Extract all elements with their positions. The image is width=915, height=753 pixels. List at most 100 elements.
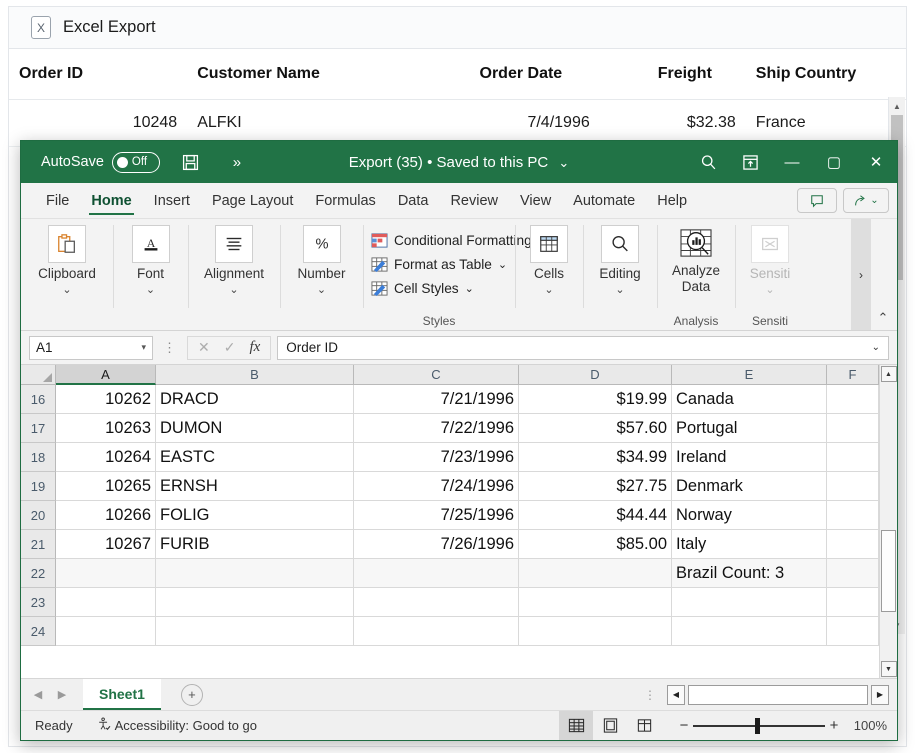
row-header-19[interactable]: 19	[21, 472, 56, 501]
cell-e18[interactable]: Ireland	[672, 443, 827, 472]
cell-d24[interactable]	[519, 617, 672, 646]
row-header-23[interactable]: 23	[21, 588, 56, 617]
column-header-b[interactable]: B	[156, 365, 354, 385]
ribbon-collapse-icon[interactable]: ⌃	[873, 308, 893, 328]
close-button[interactable]: ✕	[855, 141, 897, 183]
cell-a19[interactable]: 10265	[56, 472, 156, 501]
analyze-data-icon[interactable]	[675, 225, 717, 261]
column-header-d[interactable]: D	[519, 365, 672, 385]
grid-scrollbar-thumb[interactable]	[881, 530, 896, 612]
cell-e24[interactable]	[672, 617, 827, 646]
row-header-22[interactable]: 22	[21, 559, 56, 588]
tab-view[interactable]: View	[509, 183, 562, 218]
cell-a21[interactable]: 10267	[56, 530, 156, 559]
sheet-tab-sheet1[interactable]: Sheet1	[83, 679, 161, 710]
cell-f17[interactable]	[827, 414, 879, 443]
font-chevron-down-icon[interactable]: ⌄	[146, 283, 155, 296]
cell-d22[interactable]	[519, 559, 672, 588]
ribbon-group-clipboard[interactable]: Clipboard ⌄	[21, 219, 113, 330]
ribbon-group-sensitivity[interactable]: Sensiti ⌄ Sensiti	[735, 219, 805, 330]
cell-e20[interactable]: Norway	[672, 501, 827, 530]
column-header-a[interactable]: A	[56, 365, 156, 385]
cell-d20[interactable]: $44.44	[519, 501, 672, 530]
ribbon-group-cells[interactable]: Cells ⌄	[515, 219, 583, 330]
cell-d16[interactable]: $19.99	[519, 385, 672, 414]
cell-f23[interactable]	[827, 588, 879, 617]
tab-file[interactable]: File	[35, 183, 80, 218]
format-as-table-chevron-down-icon[interactable]: ⌄	[498, 258, 507, 271]
row-header-20[interactable]: 20	[21, 501, 56, 530]
cell-styles-button[interactable]: Cell Styles ⌄	[371, 276, 474, 300]
font-a-icon[interactable]: A	[132, 225, 170, 263]
cell-d23[interactable]	[519, 588, 672, 617]
cell-e21[interactable]: Italy	[672, 530, 827, 559]
cell-f21[interactable]	[827, 530, 879, 559]
cell-b22[interactable]	[156, 559, 354, 588]
tab-page-layout[interactable]: Page Layout	[201, 183, 304, 218]
cancel-formula-icon[interactable]: ✕	[198, 339, 210, 356]
tab-insert[interactable]: Insert	[143, 183, 201, 218]
formula-input[interactable]: Order ID ⌄	[277, 336, 889, 360]
add-sheet-icon[interactable]: +	[181, 684, 203, 706]
ribbon-group-alignment[interactable]: Alignment ⌄	[188, 219, 280, 330]
cell-f22[interactable]	[827, 559, 879, 588]
sensitivity-chevron-down-icon[interactable]: ⌄	[765, 283, 774, 296]
zoom-slider[interactable]: − +	[661, 717, 853, 734]
horizontal-scrollbar[interactable]: ◀ ▶	[667, 685, 897, 705]
cell-a17[interactable]: 10263	[56, 414, 156, 443]
clipboard-icon[interactable]	[48, 225, 86, 263]
share-chevron-down-icon[interactable]: ⌄	[870, 195, 878, 206]
cell-a23[interactable]	[56, 588, 156, 617]
zoom-level[interactable]: 100%	[853, 718, 897, 733]
grid-vertical-scrollbar[interactable]: ▲ ▼	[879, 365, 897, 678]
cell-b18[interactable]: EASTC	[156, 443, 354, 472]
quick-access-overflow-icon[interactable]: »	[222, 147, 252, 177]
sheet-next-icon[interactable]: ▶	[51, 683, 73, 707]
enter-formula-icon[interactable]: ✓	[224, 339, 236, 356]
cell-styles-chevron-down-icon[interactable]: ⌄	[465, 282, 474, 295]
cells-chevron-down-icon[interactable]: ⌄	[544, 283, 553, 296]
cell-e19[interactable]: Denmark	[672, 472, 827, 501]
grid-scroll-up-icon[interactable]: ▲	[881, 366, 897, 382]
select-all-corner[interactable]	[21, 365, 56, 385]
accessibility-status[interactable]: Accessibility: Good to go	[97, 717, 257, 734]
cell-b17[interactable]: DUMON	[156, 414, 354, 443]
insert-function-icon[interactable]: fx	[249, 339, 260, 356]
column-header-f[interactable]: F	[827, 365, 879, 385]
format-as-table-button[interactable]: Format as Table ⌄	[371, 252, 507, 276]
row-header-21[interactable]: 21	[21, 530, 56, 559]
ribbon-overflow-icon[interactable]: ›	[851, 219, 871, 330]
formula-expand-chevron-icon[interactable]: ⌄	[872, 342, 880, 353]
zoom-knob[interactable]	[755, 718, 760, 734]
cell-b16[interactable]: DRACD	[156, 385, 354, 414]
tab-help[interactable]: Help	[646, 183, 698, 218]
tab-automate[interactable]: Automate	[562, 183, 646, 218]
cell-e17[interactable]: Portugal	[672, 414, 827, 443]
alignment-chevron-down-icon[interactable]: ⌄	[229, 283, 238, 296]
cell-c22[interactable]	[354, 559, 519, 588]
tab-review[interactable]: Review	[439, 183, 509, 218]
page-layout-view-button[interactable]	[593, 711, 627, 740]
tab-data[interactable]: Data	[387, 183, 440, 218]
name-box[interactable]: A1 ▾	[29, 336, 153, 360]
ribbon-group-number[interactable]: % Number ⌄	[280, 219, 363, 330]
cell-c19[interactable]: 7/24/1996	[354, 472, 519, 501]
cell-b23[interactable]	[156, 588, 354, 617]
worksheet-grid[interactable]: A B C D E F 16 10262 DRACD 7/21/1996 $19…	[21, 365, 879, 678]
page-break-view-button[interactable]	[627, 711, 661, 740]
zoom-out-button[interactable]: −	[675, 717, 693, 734]
cell-f24[interactable]	[827, 617, 879, 646]
cell-c23[interactable]	[354, 588, 519, 617]
cell-a18[interactable]: 10264	[56, 443, 156, 472]
editing-search-icon[interactable]	[601, 225, 639, 263]
cell-c24[interactable]	[354, 617, 519, 646]
tab-home[interactable]: Home	[80, 183, 142, 218]
cell-c17[interactable]: 7/22/1996	[354, 414, 519, 443]
sheet-prev-icon[interactable]: ◀	[27, 683, 49, 707]
hscroll-left-icon[interactable]: ◀	[667, 685, 685, 705]
scroll-up-icon[interactable]: ▲	[889, 97, 905, 115]
cell-f20[interactable]	[827, 501, 879, 530]
cell-a20[interactable]: 10266	[56, 501, 156, 530]
row-header-24[interactable]: 24	[21, 617, 56, 646]
normal-view-button[interactable]	[559, 711, 593, 740]
